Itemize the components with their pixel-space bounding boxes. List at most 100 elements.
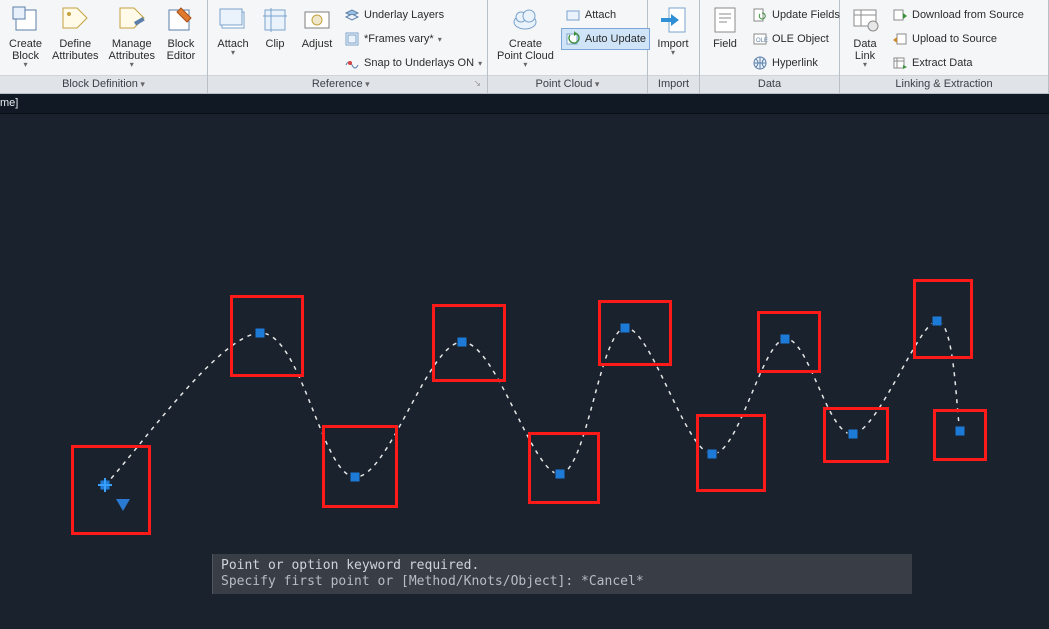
extract-icon — [892, 55, 908, 71]
frames-vary-label: *Frames vary* — [364, 33, 434, 45]
underlay-layers-label: Underlay Layers — [364, 9, 444, 21]
pc-attach-button[interactable]: Attach — [561, 4, 650, 26]
spline-grip[interactable] — [955, 426, 966, 437]
clip-button[interactable]: Clip — [254, 2, 296, 74]
panel-title-point-cloud[interactable]: Point Cloud — [488, 75, 647, 93]
upload-icon — [892, 31, 908, 47]
extract-label: Extract Data — [912, 57, 973, 69]
snap-underlays-label: Snap to Underlays ON — [364, 57, 474, 69]
globe-icon — [752, 55, 768, 71]
spline-grip[interactable] — [457, 337, 468, 348]
adjust-label: Adjust — [302, 38, 333, 50]
data-link-button[interactable]: Data Link ▾ — [844, 2, 886, 74]
panel-title-import: Import — [648, 75, 699, 93]
download-from-source-button[interactable]: Download from Source — [888, 4, 1028, 26]
hyperlink-button[interactable]: Hyperlink — [748, 52, 844, 74]
field-icon — [709, 4, 741, 36]
pc-attach-label: Attach — [585, 9, 616, 21]
spline-grip[interactable] — [780, 334, 791, 345]
command-prompt-line: Specify first point or [Method/Knots/Obj… — [221, 574, 904, 590]
download-label: Download from Source — [912, 9, 1024, 21]
attach-button[interactable]: Attach ▾ — [212, 2, 254, 74]
attach-small-icon — [565, 7, 581, 23]
attach-icon — [217, 4, 249, 36]
download-icon — [892, 7, 908, 23]
svg-text:OLE: OLE — [756, 38, 768, 44]
ribbon: Create Block ▾ Define Attributes Manage … — [0, 0, 1049, 94]
data-link-icon — [849, 4, 881, 36]
block-editor-label: Block Editor — [167, 38, 196, 62]
frame-icon — [344, 31, 360, 47]
layers-icon — [344, 7, 360, 23]
create-point-cloud-label: Create Point Cloud — [497, 38, 554, 62]
crosshair-cursor-icon — [98, 478, 112, 492]
dropdown-arrow-icon: ▾ — [24, 60, 28, 69]
tag-icon — [59, 4, 91, 36]
import-button[interactable]: Import ▾ — [652, 2, 694, 74]
frames-vary-button[interactable]: *Frames vary* ▾ — [340, 28, 486, 50]
spline-grip[interactable] — [255, 328, 266, 339]
panel-title-reference[interactable]: Reference↘ — [208, 75, 487, 93]
define-attributes-button[interactable]: Define Attributes — [47, 2, 103, 74]
document-tab-label: me] — [0, 97, 18, 109]
snap-underlays-button[interactable]: Snap to Underlays ON ▾ — [340, 52, 486, 74]
manage-attributes-label: Manage Attributes — [109, 38, 155, 62]
panel-import: Import ▾ Import — [648, 0, 700, 93]
document-tab[interactable]: me] — [0, 94, 1049, 114]
clip-icon — [259, 4, 291, 36]
spline-curve — [0, 114, 1049, 594]
refresh-icon — [565, 31, 581, 47]
spline-grip[interactable] — [620, 323, 631, 334]
hyperlink-label: Hyperlink — [772, 57, 818, 69]
ole-object-button[interactable]: OLE OLE Object — [748, 28, 844, 50]
spline-direction-icon — [116, 499, 130, 511]
field-button[interactable]: Field — [704, 2, 746, 74]
data-link-label: Data Link — [853, 38, 876, 62]
spline-grip[interactable] — [707, 449, 718, 460]
ole-icon: OLE — [752, 31, 768, 47]
dropdown-arrow-icon: ▾ — [231, 48, 235, 57]
adjust-icon — [301, 4, 333, 36]
upload-to-source-button[interactable]: Upload to Source — [888, 28, 1028, 50]
update-fields-icon — [752, 7, 768, 23]
dropdown-arrow-icon: ▾ — [523, 60, 527, 69]
update-fields-button[interactable]: Update Fields — [748, 4, 844, 26]
adjust-button[interactable]: Adjust — [296, 2, 338, 74]
spline-grip[interactable] — [932, 316, 943, 327]
panel-title-block-definition[interactable]: Block Definition — [0, 75, 207, 93]
block-editor-button[interactable]: Block Editor — [160, 2, 202, 74]
create-point-cloud-button[interactable]: Create Point Cloud ▾ — [492, 2, 559, 74]
drawing-canvas[interactable]: Point or option keyword required. Specif… — [0, 114, 1049, 594]
create-block-label: Create Block — [9, 38, 42, 62]
snap-icon — [344, 55, 360, 71]
upload-label: Upload to Source — [912, 33, 997, 45]
panel-block-definition: Create Block ▾ Define Attributes Manage … — [0, 0, 208, 93]
panel-title-linking: Linking & Extraction — [840, 75, 1048, 93]
import-icon — [657, 4, 689, 36]
underlay-layers-button[interactable]: Underlay Layers — [340, 4, 486, 26]
auto-update-button[interactable]: Auto Update — [561, 28, 650, 50]
auto-update-label: Auto Update — [585, 33, 646, 45]
block-editor-icon — [165, 4, 197, 36]
extract-data-button[interactable]: Extract Data — [888, 52, 1028, 74]
create-block-button[interactable]: Create Block ▾ — [4, 2, 47, 74]
tag-edit-icon — [116, 4, 148, 36]
spline-grip[interactable] — [848, 429, 859, 440]
panel-linking-extraction: Data Link ▾ Download from Source Upload … — [840, 0, 1049, 93]
spline-grip[interactable] — [350, 472, 361, 483]
panel-data: Field Update Fields OLE OLE Object Hyper… — [700, 0, 840, 93]
panel-point-cloud: Create Point Cloud ▾ Attach Auto Update … — [488, 0, 648, 93]
define-attributes-label: Define Attributes — [52, 38, 98, 62]
command-history-line: Point or option keyword required. — [221, 558, 904, 574]
panel-title-data: Data — [700, 75, 839, 93]
cloud-icon — [509, 4, 541, 36]
dropdown-arrow-icon: ▾ — [130, 60, 134, 69]
command-line[interactable]: Point or option keyword required. Specif… — [212, 554, 912, 594]
clip-label: Clip — [266, 38, 285, 50]
dropdown-arrow-icon: ▾ — [863, 60, 867, 69]
manage-attributes-button[interactable]: Manage Attributes ▾ — [104, 2, 160, 74]
spline-grip[interactable] — [555, 469, 566, 480]
dropdown-arrow-icon: ▾ — [671, 48, 675, 57]
field-label: Field — [713, 38, 737, 50]
ole-object-label: OLE Object — [772, 33, 829, 45]
